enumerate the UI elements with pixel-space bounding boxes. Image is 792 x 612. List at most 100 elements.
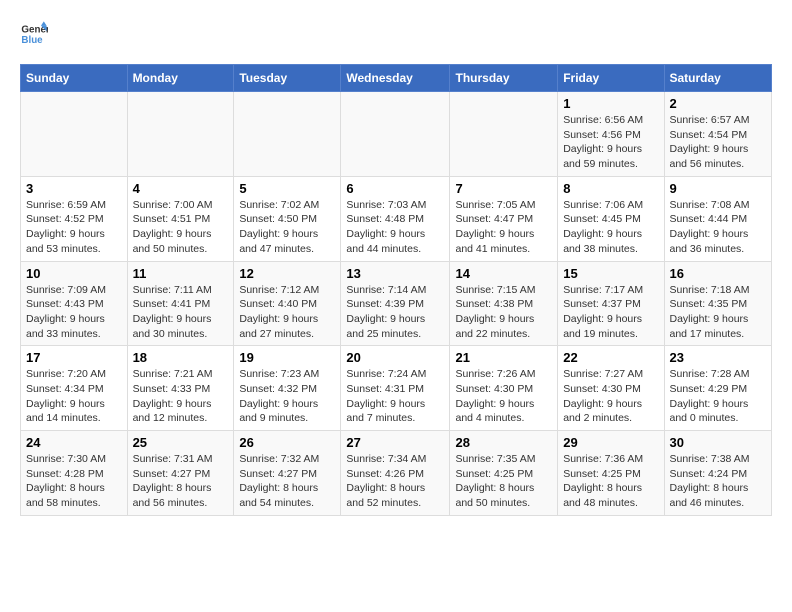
day-info: Sunrise: 7:11 AM Sunset: 4:41 PM Dayligh…	[133, 283, 229, 342]
calendar-header-row: SundayMondayTuesdayWednesdayThursdayFrid…	[21, 65, 772, 92]
day-info: Sunrise: 7:38 AM Sunset: 4:24 PM Dayligh…	[670, 452, 767, 511]
calendar-cell: 24Sunrise: 7:30 AM Sunset: 4:28 PM Dayli…	[21, 431, 128, 516]
calendar-cell: 13 Sunrise: 7:14 AM Sunset: 4:39 PM Dayli…	[341, 261, 450, 346]
day-info: Sunrise: 7:26 AM Sunset: 4:30 PM Dayligh…	[455, 367, 552, 426]
day-number: 16	[670, 266, 767, 281]
calendar-cell	[234, 92, 341, 177]
calendar-cell	[341, 92, 450, 177]
calendar-body: 1 Sunrise: 6:56 AM Sunset: 4:56 PM Daylig…	[21, 92, 772, 516]
day-info: Sunrise: 7:34 AM Sunset: 4:26 PM Dayligh…	[346, 452, 444, 511]
calendar-cell: 9 Sunrise: 7:08 AM Sunset: 4:44 PM Daylig…	[664, 176, 772, 261]
day-info: Sunrise: 7:21 AM Sunset: 4:33 PM Dayligh…	[133, 367, 229, 426]
day-number: 4	[133, 181, 229, 196]
day-info: Sunrise: 7:27 AM Sunset: 4:30 PM Dayligh…	[563, 367, 658, 426]
calendar-cell: 27 Sunrise: 7:34 AM Sunset: 4:26 PM Dayli…	[341, 431, 450, 516]
day-info: Sunrise: 7:08 AM Sunset: 4:44 PM Dayligh…	[670, 198, 767, 257]
calendar-cell: 21 Sunrise: 7:26 AM Sunset: 4:30 PM Dayli…	[450, 346, 558, 431]
day-info: Sunrise: 7:28 AM Sunset: 4:29 PM Dayligh…	[670, 367, 767, 426]
day-number: 1	[563, 96, 658, 111]
calendar-week-row: 24Sunrise: 7:30 AM Sunset: 4:28 PM Dayli…	[21, 431, 772, 516]
calendar-cell: 26Sunrise: 7:32 AM Sunset: 4:27 PM Dayli…	[234, 431, 341, 516]
day-number: 7	[455, 181, 552, 196]
logo-icon: General Blue	[20, 20, 48, 48]
calendar-table: SundayMondayTuesdayWednesdayThursdayFrid…	[20, 64, 772, 516]
calendar-cell: 7 Sunrise: 7:05 AM Sunset: 4:47 PM Daylig…	[450, 176, 558, 261]
day-number: 25	[133, 435, 229, 450]
day-number: 30	[670, 435, 767, 450]
day-info: Sunrise: 7:24 AM Sunset: 4:31 PM Dayligh…	[346, 367, 444, 426]
day-info: Sunrise: 7:30 AM Sunset: 4:28 PM Dayligh…	[26, 452, 122, 511]
day-number: 26	[239, 435, 335, 450]
calendar-cell: 1 Sunrise: 6:56 AM Sunset: 4:56 PM Daylig…	[558, 92, 664, 177]
day-number: 5	[239, 181, 335, 196]
day-info: Sunrise: 6:56 AM Sunset: 4:56 PM Dayligh…	[563, 113, 658, 172]
calendar-cell: 30 Sunrise: 7:38 AM Sunset: 4:24 PM Dayli…	[664, 431, 772, 516]
calendar-cell	[450, 92, 558, 177]
day-number: 20	[346, 350, 444, 365]
calendar-cell: 12Sunrise: 7:12 AM Sunset: 4:40 PM Dayli…	[234, 261, 341, 346]
logo: General Blue	[20, 20, 48, 48]
day-number: 3	[26, 181, 122, 196]
header: General Blue	[20, 20, 772, 48]
calendar-week-row: 10Sunrise: 7:09 AM Sunset: 4:43 PM Dayli…	[21, 261, 772, 346]
calendar-cell: 23 Sunrise: 7:28 AM Sunset: 4:29 PM Dayli…	[664, 346, 772, 431]
calendar-cell: 29 Sunrise: 7:36 AM Sunset: 4:25 PM Dayli…	[558, 431, 664, 516]
svg-text:Blue: Blue	[21, 35, 43, 46]
weekday-header: Friday	[558, 65, 664, 92]
weekday-header: Sunday	[21, 65, 128, 92]
calendar-cell: 11 Sunrise: 7:11 AM Sunset: 4:41 PM Dayli…	[127, 261, 234, 346]
day-number: 15	[563, 266, 658, 281]
day-info: Sunrise: 7:14 AM Sunset: 4:39 PM Dayligh…	[346, 283, 444, 342]
day-number: 22	[563, 350, 658, 365]
day-info: Sunrise: 7:03 AM Sunset: 4:48 PM Dayligh…	[346, 198, 444, 257]
day-info: Sunrise: 7:05 AM Sunset: 4:47 PM Dayligh…	[455, 198, 552, 257]
calendar-cell: 25Sunrise: 7:31 AM Sunset: 4:27 PM Dayli…	[127, 431, 234, 516]
day-info: Sunrise: 7:00 AM Sunset: 4:51 PM Dayligh…	[133, 198, 229, 257]
day-info: Sunrise: 7:20 AM Sunset: 4:34 PM Dayligh…	[26, 367, 122, 426]
day-number: 28	[455, 435, 552, 450]
calendar-cell: 19Sunrise: 7:23 AM Sunset: 4:32 PM Dayli…	[234, 346, 341, 431]
calendar-cell: 16 Sunrise: 7:18 AM Sunset: 4:35 PM Dayli…	[664, 261, 772, 346]
day-number: 8	[563, 181, 658, 196]
weekday-header: Monday	[127, 65, 234, 92]
calendar-week-row: 3Sunrise: 6:59 AM Sunset: 4:52 PM Daylig…	[21, 176, 772, 261]
calendar-cell: 6Sunrise: 7:03 AM Sunset: 4:48 PM Daylig…	[341, 176, 450, 261]
day-number: 11	[133, 266, 229, 281]
weekday-header: Thursday	[450, 65, 558, 92]
calendar-week-row: 1 Sunrise: 6:56 AM Sunset: 4:56 PM Daylig…	[21, 92, 772, 177]
day-info: Sunrise: 7:12 AM Sunset: 4:40 PM Dayligh…	[239, 283, 335, 342]
day-number: 2	[670, 96, 767, 111]
day-number: 21	[455, 350, 552, 365]
calendar-week-row: 17Sunrise: 7:20 AM Sunset: 4:34 PM Dayli…	[21, 346, 772, 431]
day-info: Sunrise: 7:15 AM Sunset: 4:38 PM Dayligh…	[455, 283, 552, 342]
day-info: Sunrise: 7:09 AM Sunset: 4:43 PM Dayligh…	[26, 283, 122, 342]
calendar-cell: 4 Sunrise: 7:00 AM Sunset: 4:51 PM Daylig…	[127, 176, 234, 261]
day-number: 14	[455, 266, 552, 281]
day-info: Sunrise: 6:57 AM Sunset: 4:54 PM Dayligh…	[670, 113, 767, 172]
calendar-cell: 10Sunrise: 7:09 AM Sunset: 4:43 PM Dayli…	[21, 261, 128, 346]
day-number: 18	[133, 350, 229, 365]
day-number: 23	[670, 350, 767, 365]
calendar-cell: 2 Sunrise: 6:57 AM Sunset: 4:54 PM Daylig…	[664, 92, 772, 177]
calendar-cell	[21, 92, 128, 177]
day-info: Sunrise: 7:23 AM Sunset: 4:32 PM Dayligh…	[239, 367, 335, 426]
calendar-cell: 28Sunrise: 7:35 AM Sunset: 4:25 PM Dayli…	[450, 431, 558, 516]
calendar-cell: 22 Sunrise: 7:27 AM Sunset: 4:30 PM Dayli…	[558, 346, 664, 431]
calendar-cell: 8 Sunrise: 7:06 AM Sunset: 4:45 PM Daylig…	[558, 176, 664, 261]
weekday-header: Wednesday	[341, 65, 450, 92]
day-info: Sunrise: 7:02 AM Sunset: 4:50 PM Dayligh…	[239, 198, 335, 257]
calendar-cell: 17Sunrise: 7:20 AM Sunset: 4:34 PM Dayli…	[21, 346, 128, 431]
calendar-cell: 15Sunrise: 7:17 AM Sunset: 4:37 PM Dayli…	[558, 261, 664, 346]
day-info: Sunrise: 7:18 AM Sunset: 4:35 PM Dayligh…	[670, 283, 767, 342]
calendar-cell: 5 Sunrise: 7:02 AM Sunset: 4:50 PM Daylig…	[234, 176, 341, 261]
weekday-header: Saturday	[664, 65, 772, 92]
day-info: Sunrise: 7:06 AM Sunset: 4:45 PM Dayligh…	[563, 198, 658, 257]
day-info: Sunrise: 7:36 AM Sunset: 4:25 PM Dayligh…	[563, 452, 658, 511]
day-number: 13	[346, 266, 444, 281]
calendar-cell: 3Sunrise: 6:59 AM Sunset: 4:52 PM Daylig…	[21, 176, 128, 261]
weekday-header: Tuesday	[234, 65, 341, 92]
day-number: 9	[670, 181, 767, 196]
day-number: 27	[346, 435, 444, 450]
calendar-cell: 18 Sunrise: 7:21 AM Sunset: 4:33 PM Dayli…	[127, 346, 234, 431]
day-number: 29	[563, 435, 658, 450]
